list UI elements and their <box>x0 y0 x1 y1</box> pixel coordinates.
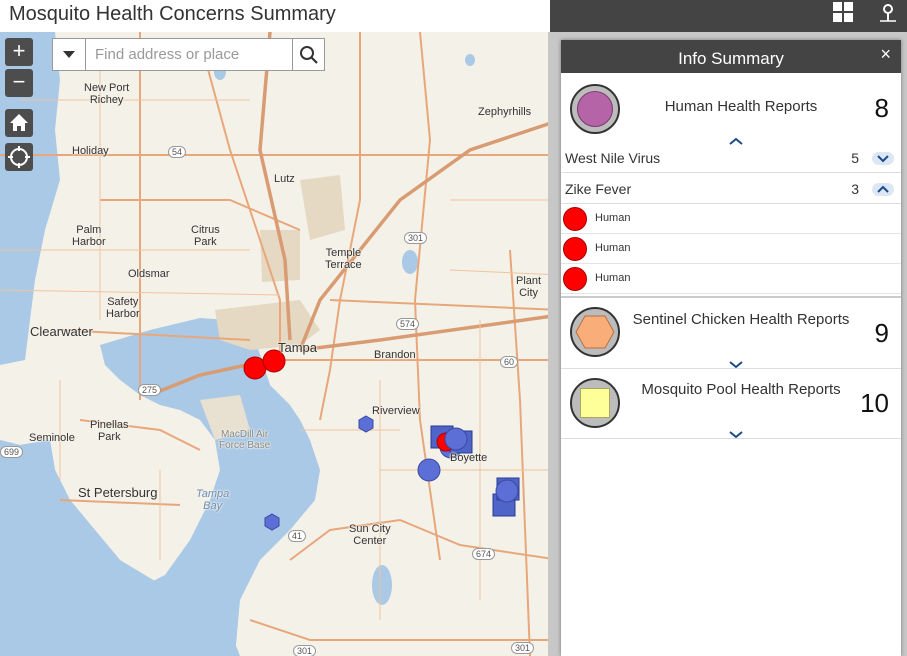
road-shield: 699 <box>0 446 24 458</box>
panel-title: Info Summary <box>561 40 901 73</box>
road-shield: 301 <box>404 232 428 244</box>
locate-icon <box>8 146 30 168</box>
search-button[interactable] <box>292 39 324 70</box>
square-shape <box>580 388 610 418</box>
orange-hexagon-icon <box>570 307 620 357</box>
place-label: Tampa <box>278 340 318 355</box>
summary-count: 9 <box>874 318 889 348</box>
feature-row[interactable]: Human <box>561 234 901 264</box>
place-label: Sun City Center <box>349 523 391 547</box>
map-pin-icon[interactable] <box>876 1 900 25</box>
place-label: Oldsmar <box>128 268 170 280</box>
place-label: Boyette <box>450 452 488 464</box>
purple-circle-fill <box>577 91 613 127</box>
summary-human-health[interactable]: Human Health Reports 8 <box>561 73 901 145</box>
summary-label: Sentinel Chicken Health Reports <box>632 311 850 328</box>
place-label: MacDill Air Force Base <box>219 429 271 451</box>
place-label: Palm Harbor <box>72 224 106 248</box>
road-shield: 275 <box>138 384 162 396</box>
road-shield: 301 <box>511 642 535 654</box>
group-label: Zike Fever <box>565 181 632 197</box>
zoom-out-button[interactable]: − <box>5 69 33 97</box>
group-count: 5 <box>851 150 859 166</box>
place-label: Plant City <box>516 275 542 299</box>
place-label: Temple Terrace <box>325 247 362 271</box>
group-row-west-nile[interactable]: West Nile Virus 5 <box>561 143 901 173</box>
locate-button[interactable] <box>5 143 33 171</box>
place-label: Zephyrhills <box>478 106 532 118</box>
summary-sentinel-chicken[interactable]: Sentinel Chicken Health Reports 9 <box>561 298 901 369</box>
home-icon <box>10 114 28 131</box>
road-shield: 41 <box>288 530 307 542</box>
summary-label: Mosquito Pool Health Reports <box>641 381 841 398</box>
divider <box>561 438 901 439</box>
feature-label: Human <box>595 242 631 254</box>
place-label: Clearwater <box>30 324 93 339</box>
place-label: Safety Harbor <box>106 296 140 320</box>
home-button[interactable] <box>5 109 33 137</box>
feature-label: Human <box>595 272 631 284</box>
road-shield: 574 <box>396 318 420 330</box>
feature-row[interactable]: Human <box>561 204 901 234</box>
group-count: 3 <box>851 181 859 197</box>
grid-icon[interactable] <box>832 1 856 25</box>
place-label: Citrus Park <box>191 224 220 248</box>
place-label: Seminole <box>29 432 75 444</box>
road-shield: 674 <box>472 548 496 560</box>
summary-count: 10 <box>860 388 889 418</box>
summary-count: 8 <box>874 93 889 123</box>
chevron-up-icon[interactable] <box>872 183 894 196</box>
app-header: Mosquito Health Concerns Summary <box>0 0 907 32</box>
close-icon[interactable]: × <box>880 42 891 66</box>
search-source-dropdown[interactable] <box>53 39 86 70</box>
feature-row[interactable]: Human <box>561 264 901 294</box>
yellow-square-icon <box>570 378 620 428</box>
road-shield: 60 <box>500 356 519 368</box>
feature-label: Human <box>595 212 631 224</box>
info-summary-panel: Info Summary × Human Health Reports 8 We… <box>561 40 901 656</box>
chevron-down-icon[interactable] <box>872 152 894 165</box>
search-widget <box>52 38 325 71</box>
place-label: Pinellas Park <box>90 419 129 443</box>
summary-mosquito-pool[interactable]: Mosquito Pool Health Reports 10 <box>561 368 901 439</box>
title-box: Mosquito Health Concerns Summary <box>0 0 550 32</box>
place-label: Holiday <box>72 145 109 157</box>
purple-circle-icon <box>570 84 620 134</box>
red-circle-icon <box>563 237 587 261</box>
place-label: Tampa Bay <box>196 488 230 512</box>
zoom-in-button[interactable]: + <box>5 38 33 66</box>
group-row-zike-fever[interactable]: Zike Fever 3 <box>561 174 901 204</box>
summary-label: Human Health Reports <box>664 98 818 115</box>
place-label: Lutz <box>274 173 295 185</box>
red-circle-icon <box>563 207 587 231</box>
place-label: New Port Richey <box>84 82 130 106</box>
hexagon-shape <box>575 315 615 349</box>
place-label: Riverview <box>372 405 420 417</box>
search-icon <box>300 46 318 64</box>
red-circle-icon <box>563 267 587 291</box>
road-shield: 301 <box>293 645 317 656</box>
place-label: Brandon <box>374 349 416 361</box>
group-label: West Nile Virus <box>565 150 661 166</box>
app-title: Mosquito Health Concerns Summary <box>9 3 336 25</box>
place-label: St Petersburg <box>78 485 158 500</box>
search-input[interactable] <box>87 39 292 70</box>
road-shield: 54 <box>168 146 187 158</box>
